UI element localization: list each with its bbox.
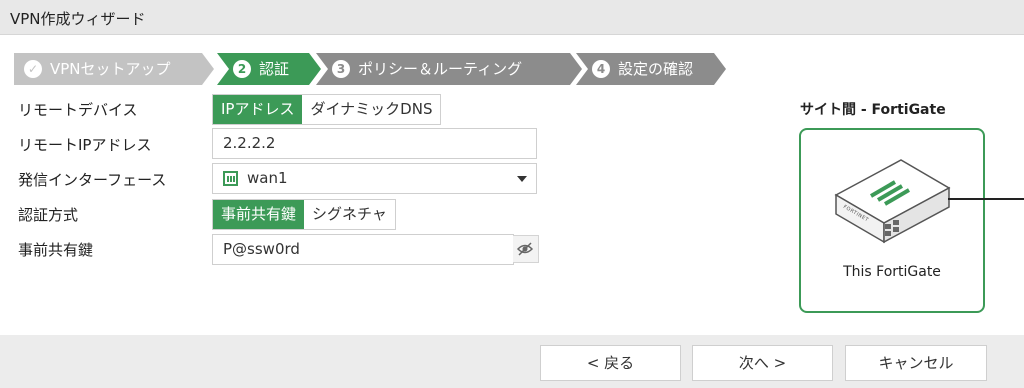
step-label: ポリシー＆ルーティング [358,60,523,78]
this-fortigate-box: FORTINET This FortiGate [799,128,985,313]
diagram-title: サイト間 - FortiGate [800,102,946,118]
option-signature[interactable]: シグネチャ [304,200,395,229]
window-titlebar: VPN作成ウィザード [0,0,1024,35]
cancel-button[interactable]: キャンセル [845,345,987,381]
remote-ip-label: リモートIPアドレス [18,136,152,154]
back-button[interactable]: < 戻る [540,345,681,381]
interface-port-icon [223,171,238,186]
eye-slash-icon [516,242,534,256]
remote-device-toggle: IPアドレス ダイナミックDNS [212,94,442,125]
step-authentication[interactable]: 2 認証 [217,53,321,85]
auth-method-label: 認証方式 [18,206,79,224]
window-title: VPN作成ウィザード [10,10,146,28]
option-ip-address[interactable]: IPアドレス [213,95,303,124]
option-pre-shared-key[interactable]: 事前共有鍵 [213,200,305,229]
step-vpn-setup[interactable]: ✓ VPNセットアップ [14,53,214,85]
toggle-password-visibility-button[interactable] [513,235,539,263]
check-icon: ✓ [24,60,42,78]
step-review[interactable]: 4 設定の確認 [576,53,726,85]
outgoing-interface-label: 発信インターフェース [18,171,167,189]
next-button[interactable]: 次へ > [692,345,833,381]
step-number: 3 [332,60,350,78]
step-number: 4 [592,60,610,78]
remote-ip-input[interactable]: 2.2.2.2 [212,128,537,159]
auth-method-toggle: 事前共有鍵 シグネチャ [212,199,396,230]
device-label: This FortiGate [843,264,941,280]
fortigate-device-icon [834,159,951,244]
option-dynamic-dns[interactable]: ダイナミックDNS [302,95,441,124]
step-policy-routing[interactable]: 3 ポリシー＆ルーティング [316,53,582,85]
outgoing-interface-value: wan1 [247,169,288,187]
step-label: VPNセットアップ [50,60,171,78]
psk-input[interactable]: P@ssw0rd [212,234,514,265]
step-number: 2 [233,60,251,78]
outgoing-interface-select[interactable]: wan1 [212,163,537,194]
psk-label: 事前共有鍵 [18,241,94,259]
connection-line [948,198,1024,200]
step-label: 設定の確認 [618,60,694,78]
step-label: 認証 [259,60,290,78]
chevron-down-icon [517,176,527,182]
remote-device-label: リモートデバイス [18,101,138,119]
